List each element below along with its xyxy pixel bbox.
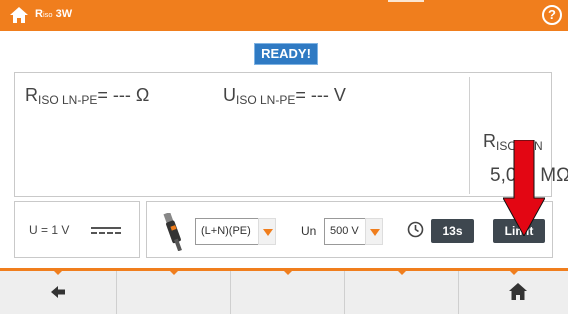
arrow-left-icon[interactable] <box>51 286 65 298</box>
un-label: Un <box>301 224 317 238</box>
meter-screen: Riso 3W ? READY! RISO LN-PE= --- Ω UISO … <box>0 0 568 314</box>
home-icon[interactable] <box>509 283 527 300</box>
uiso-result: UISO LN-PE= --- V <box>223 85 346 107</box>
result-panel: RISO LN-PE= --- Ω UISO LN-PE= --- V RISO… <box>14 72 568 197</box>
bottom-nav <box>0 271 568 314</box>
red-arrow-icon <box>503 140 545 236</box>
dropdown-arrow-icon[interactable] <box>258 218 276 245</box>
clock-icon <box>407 221 424 238</box>
nav-slot-4 <box>345 271 459 314</box>
nav-home[interactable] <box>459 271 568 314</box>
voltage-select[interactable]: 500 V <box>324 218 383 245</box>
title-bar: Riso 3W ? <box>0 0 568 31</box>
time-button[interactable]: 13s <box>431 219 474 243</box>
voltage-label: U = 1 V <box>29 223 70 237</box>
nav-slot-3 <box>231 271 345 314</box>
voltage-box: U = 1 V <box>14 201 140 258</box>
circuit-select[interactable]: (L+N)(PE) <box>195 218 276 245</box>
help-button[interactable]: ? <box>542 5 562 25</box>
status-badge: READY! <box>254 43 318 65</box>
probe-icon <box>163 213 182 251</box>
divider <box>469 77 470 194</box>
home-icon[interactable] <box>10 7 28 23</box>
settings-panel: (L+N)(PE) Un 500 V 13s Limit <box>146 201 553 258</box>
page-title: Riso 3W <box>35 8 73 20</box>
top-indicator <box>388 0 424 2</box>
nav-back[interactable] <box>0 271 117 314</box>
riso-result: RISO LN-PE= --- Ω <box>25 85 150 107</box>
nav-slot-2 <box>117 271 231 314</box>
dc-voltage-icon <box>91 227 121 235</box>
dropdown-arrow-icon[interactable] <box>365 218 383 245</box>
